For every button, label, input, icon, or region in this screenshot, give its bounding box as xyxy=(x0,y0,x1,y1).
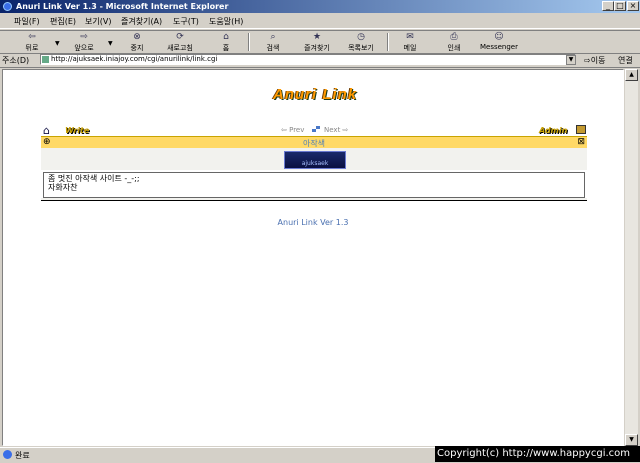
stop-icon: ⊗ xyxy=(133,32,141,42)
go-button[interactable]: ⇨이동 xyxy=(584,55,605,66)
home-icon[interactable]: ⌂ xyxy=(43,125,50,136)
maximize-button[interactable]: □ xyxy=(614,1,626,11)
home-icon: ⌂ xyxy=(223,32,229,42)
back-dropdown-icon[interactable]: ▼ xyxy=(55,40,60,47)
board-nav: ⌂ Write ⇦ Prev Next ⇨ Admin xyxy=(41,122,587,136)
refresh-label: 새로고침 xyxy=(167,44,193,52)
search-label: 검색 xyxy=(266,44,280,52)
description-line: 좀 멋진 아작색 사이트 -_-;; xyxy=(48,174,140,183)
prev-label: Prev xyxy=(289,126,305,134)
forward-button[interactable]: ⇨ 앞으로 xyxy=(70,32,98,53)
menu-help[interactable]: 도움말(H) xyxy=(209,16,243,27)
category-bar: ⊕ 아작색 ⊠ xyxy=(41,136,587,148)
home-button[interactable]: ⌂ 홈 xyxy=(218,32,234,53)
mail-label: 메일 xyxy=(403,44,417,52)
address-label: 주소(D) xyxy=(2,56,30,65)
page-icon xyxy=(42,56,49,63)
scroll-down-icon[interactable]: ▼ xyxy=(625,434,638,446)
vertical-scrollbar[interactable]: ▲ ▼ xyxy=(625,69,638,446)
menu-view[interactable]: 보기(V) xyxy=(85,16,111,27)
back-button[interactable]: ⇦ 뒤로 xyxy=(20,32,44,53)
links-button[interactable]: 연결 xyxy=(618,55,633,66)
back-arrow-icon: ⇦ xyxy=(28,32,36,42)
close-button[interactable]: × xyxy=(627,1,639,11)
admin-icon[interactable] xyxy=(576,125,586,134)
back-label: 뒤로 xyxy=(25,44,39,52)
toolbar-separator xyxy=(248,33,250,51)
site-description: 좀 멋진 아작색 사이트 -_-;; 자화자찬 xyxy=(43,172,585,198)
messenger-icon: ☺ xyxy=(494,32,504,42)
search-icon: ⌕ xyxy=(270,32,276,42)
page-done-icon xyxy=(3,450,12,459)
next-label: Next xyxy=(324,126,341,134)
prev-arrow-icon: ⇦ xyxy=(281,126,287,134)
minimize-button[interactable]: _ xyxy=(602,1,614,11)
anuri-link-logo: Anuri Link xyxy=(273,86,358,103)
site-banner[interactable]: ajuksaek xyxy=(284,151,346,169)
refresh-icon: ⟳ xyxy=(176,32,184,42)
address-input[interactable]: http://ajuksaek.iniajoy.com/cgi/anurilin… xyxy=(40,54,576,65)
page-viewport: Anuri Link ⌂ Write ⇦ Prev Next ⇨ Admin ⊕… xyxy=(2,69,624,446)
history-icon: ◷ xyxy=(357,32,365,42)
search-button[interactable]: ⌕ 검색 xyxy=(263,32,283,53)
messenger-label: Messenger xyxy=(479,43,518,51)
list-icon[interactable] xyxy=(312,126,320,132)
history-button[interactable]: ◷ 목록보기 xyxy=(344,32,378,53)
next-link[interactable]: Next ⇨ xyxy=(324,126,348,134)
print-label: 인쇄 xyxy=(447,44,461,52)
toolbar: ⇦ 뒤로 ▼ ⇨ 앞으로 ▼ ⊗ 중지 ⟳ 새로고침 ⌂ 홈 ⌕ 검색 ★ 즐겨… xyxy=(0,30,640,54)
version-footer: Anuri Link Ver 1.3 xyxy=(277,218,349,227)
mail-icon: ✉ xyxy=(406,32,414,42)
copyright-watermark: Copyright(c) http://www.happycgi.com xyxy=(435,446,640,462)
history-label: 목록보기 xyxy=(348,44,374,52)
forward-dropdown-icon[interactable]: ▼ xyxy=(108,40,113,47)
next-arrow-icon: ⇨ xyxy=(342,126,349,134)
favorites-icon: ★ xyxy=(312,32,322,42)
link-board: ⌂ Write ⇦ Prev Next ⇨ Admin ⊕ 아작색 ⊠ ajuk… xyxy=(41,122,587,201)
prev-link[interactable]: ⇦ Prev xyxy=(281,126,304,134)
favorites-button[interactable]: ★ 즐겨찾기 xyxy=(300,32,334,53)
favorites-label: 즐겨찾기 xyxy=(304,44,330,52)
menu-bar: 파일(F) 편집(E) 보기(V) 즐겨찾기(A) 도구(T) 도움말(H) xyxy=(0,14,640,29)
refresh-button[interactable]: ⟳ 새로고침 xyxy=(163,32,197,53)
collapse-icon[interactable]: ⊠ xyxy=(577,138,585,147)
admin-link[interactable]: Admin xyxy=(539,126,567,135)
address-dropdown-icon[interactable]: ▼ xyxy=(566,55,576,65)
ie-icon xyxy=(3,2,12,11)
window-title-bar: Anuri Link Ver 1.3 - Microsoft Internet … xyxy=(0,0,640,13)
window-title: Anuri Link Ver 1.3 - Microsoft Internet … xyxy=(16,2,229,11)
go-label: 이동 xyxy=(590,56,606,65)
print-icon: ⎙ xyxy=(450,32,458,42)
status-text: 완료 xyxy=(15,451,30,460)
toolbar-separator xyxy=(387,33,389,51)
menu-favorites[interactable]: 즐겨찾기(A) xyxy=(121,16,162,27)
write-link[interactable]: Write xyxy=(65,126,89,135)
scroll-up-icon[interactable]: ▲ xyxy=(625,69,638,81)
menu-edit[interactable]: 편집(E) xyxy=(50,16,76,27)
forward-arrow-icon: ⇨ xyxy=(80,32,88,42)
board-bottom-line xyxy=(41,198,587,201)
print-button[interactable]: ⎙ 인쇄 xyxy=(444,32,464,53)
banner-row: ajuksaek xyxy=(41,148,587,170)
address-bar: 주소(D) http://ajuksaek.iniajoy.com/cgi/an… xyxy=(0,53,640,68)
stop-label: 중지 xyxy=(130,44,144,52)
forward-label: 앞으로 xyxy=(74,44,94,52)
address-url: http://ajuksaek.iniajoy.com/cgi/anurilin… xyxy=(51,55,218,63)
menu-tools[interactable]: 도구(T) xyxy=(173,16,199,27)
messenger-button[interactable]: ☺ Messenger xyxy=(477,32,521,51)
go-arrow-icon: ⇨ xyxy=(584,56,591,65)
banner-text: ajuksaek xyxy=(301,160,329,167)
mail-button[interactable]: ✉ 메일 xyxy=(400,32,420,53)
home-label: 홈 xyxy=(222,44,230,52)
description-line: 자화자찬 xyxy=(48,183,78,192)
menu-file[interactable]: 파일(F) xyxy=(14,16,40,27)
stop-button[interactable]: ⊗ 중지 xyxy=(126,32,148,53)
